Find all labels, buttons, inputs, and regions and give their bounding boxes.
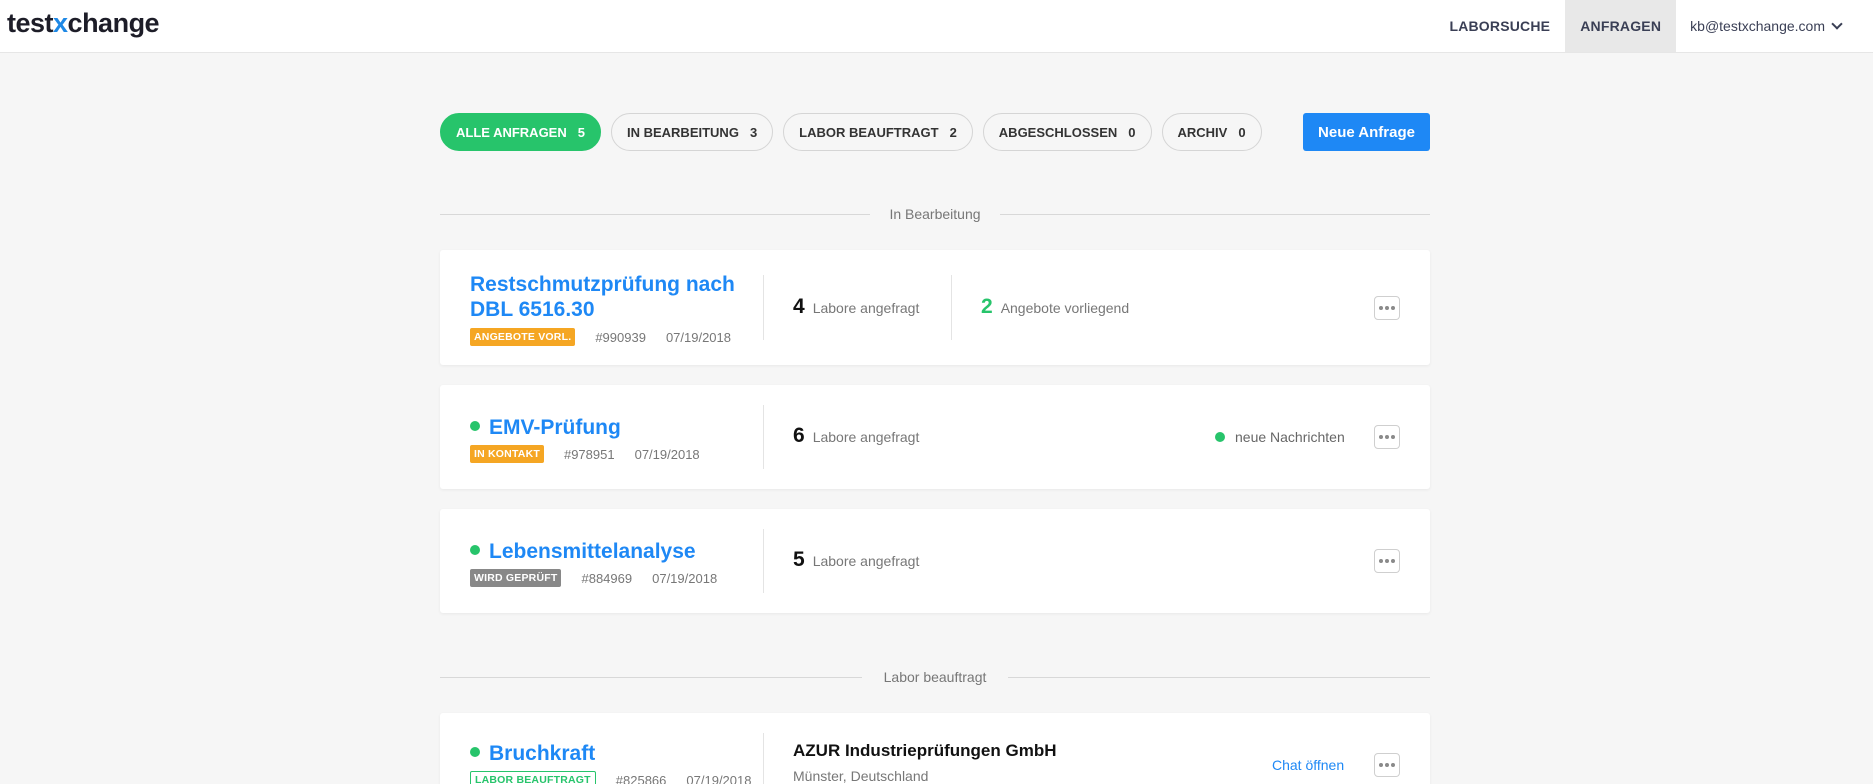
request-id: #884969 — [581, 570, 633, 586]
request-title[interactable]: Restschmutzprüfung nach DBL 6516.30 — [470, 272, 735, 322]
open-chat-link[interactable]: Chat öffnen — [1272, 757, 1344, 773]
assigned-lab-name: AZUR Industrieprüfungen GmbH — [793, 741, 1057, 760]
request-date: 07/19/2018 — [652, 570, 718, 586]
request-date: 07/19/2018 — [665, 329, 732, 345]
offers-stat: 2 Angebote vorliegend — [981, 295, 1130, 318]
request-filter-tabs: ALLE ANFRAGEN 5 IN BEARBEITUNG 3 LABOR BEA… — [440, 113, 1262, 151]
filter-archive[interactable]: ARCHIV 0 — [1161, 113, 1262, 151]
column-divider — [763, 405, 764, 469]
new-messages-indicator[interactable]: neue Nachrichten — [1215, 429, 1345, 445]
request-id: #825866 — [615, 772, 667, 784]
status-badge: WIRD GEPRÜFT — [470, 569, 562, 587]
labs-requested-stat: 4 Labore angefragt — [793, 295, 920, 318]
unread-dot-icon — [470, 747, 480, 757]
column-divider — [763, 733, 764, 784]
request-title[interactable]: Bruchkraft — [470, 741, 595, 766]
request-id: #978951 — [563, 446, 615, 462]
filter-count: 0 — [1128, 124, 1136, 140]
request-meta: WIRD GEPRÜFT #884969 07/19/2018 — [470, 569, 717, 587]
column-divider — [763, 529, 764, 593]
section-label: In Bearbeitung — [889, 206, 981, 222]
labs-requested-stat: 5 Labore angefragt — [793, 548, 920, 571]
column-divider — [763, 275, 764, 340]
request-meta: LABOR BEAUFTRAGT #825866 07/19/2018 — [470, 771, 751, 784]
more-options-icon[interactable] — [1374, 549, 1400, 573]
filter-count: 2 — [949, 124, 957, 140]
request-card[interactable]: Restschmutzprüfung nach DBL 6516.30 ANGE… — [440, 250, 1430, 365]
request-title[interactable]: Lebensmittelanalyse — [470, 539, 696, 564]
unread-dot-icon — [470, 421, 480, 431]
assigned-lab-location: Münster, Deutschland — [793, 768, 929, 784]
request-id: #990939 — [595, 329, 646, 345]
request-title[interactable]: EMV-Prüfung — [470, 415, 621, 440]
status-badge: IN KONTAKT — [470, 445, 544, 463]
request-date: 07/19/2018 — [634, 446, 700, 462]
nav-anfragen[interactable]: ANFRAGEN — [1565, 0, 1677, 52]
unread-dot-icon — [470, 545, 480, 555]
request-meta: ANGEBOTE VORL. #990939 07/19/2018 — [470, 328, 731, 346]
user-email: kb@testxchange.com — [1690, 18, 1825, 34]
more-options-icon[interactable] — [1374, 425, 1400, 449]
section-divider-in-progress: In Bearbeitung — [440, 204, 1430, 224]
user-menu[interactable]: kb@testxchange.com — [1676, 0, 1873, 52]
filter-count: 3 — [749, 124, 758, 140]
status-badge: LABOR BEAUFTRAGT — [470, 771, 596, 784]
request-card[interactable]: Bruchkraft LABOR BEAUFTRAGT #825866 07/1… — [440, 713, 1430, 784]
filter-lab-assigned[interactable]: LABOR BEAUFTRAGT 2 — [783, 113, 973, 151]
section-label: Labor beauftragt — [883, 669, 987, 685]
status-badge: ANGEBOTE VORL. — [470, 328, 576, 346]
request-meta: IN KONTAKT #978951 07/19/2018 — [470, 445, 700, 463]
section-divider-lab-assigned: Labor beauftragt — [440, 667, 1430, 687]
main-nav: LABORSUCHE ANFRAGEN kb@testxchange.com — [1434, 0, 1873, 52]
request-card[interactable]: EMV-Prüfung IN KONTAKT #978951 07/19/201… — [440, 385, 1430, 489]
labs-requested-stat: 6 Labore angefragt — [793, 424, 920, 447]
chevron-down-icon — [1831, 17, 1843, 30]
more-options-icon[interactable] — [1374, 753, 1400, 777]
more-options-icon[interactable] — [1374, 296, 1400, 320]
filter-count: 0 — [1238, 124, 1246, 140]
request-card[interactable]: Lebensmittelanalyse WIRD GEPRÜFT #884969… — [440, 509, 1430, 613]
column-divider — [951, 275, 952, 340]
filter-in-progress[interactable]: IN BEARBEITUNG 3 — [610, 113, 774, 151]
filter-all-requests[interactable]: ALLE ANFRAGEN 5 — [440, 113, 601, 151]
top-navigation-bar: testxchange LABORSUCHE ANFRAGEN kb@testx… — [0, 0, 1873, 53]
new-request-button[interactable]: Neue Anfrage — [1303, 113, 1430, 151]
filter-completed[interactable]: ABGESCHLOSSEN 0 — [982, 113, 1152, 151]
testxchange-logo[interactable]: testxchange — [7, 8, 160, 39]
unread-dot-icon — [1215, 432, 1225, 442]
nav-laborsuche[interactable]: LABORSUCHE — [1434, 0, 1565, 52]
filter-count: 5 — [577, 124, 585, 140]
request-date: 07/19/2018 — [686, 772, 752, 784]
